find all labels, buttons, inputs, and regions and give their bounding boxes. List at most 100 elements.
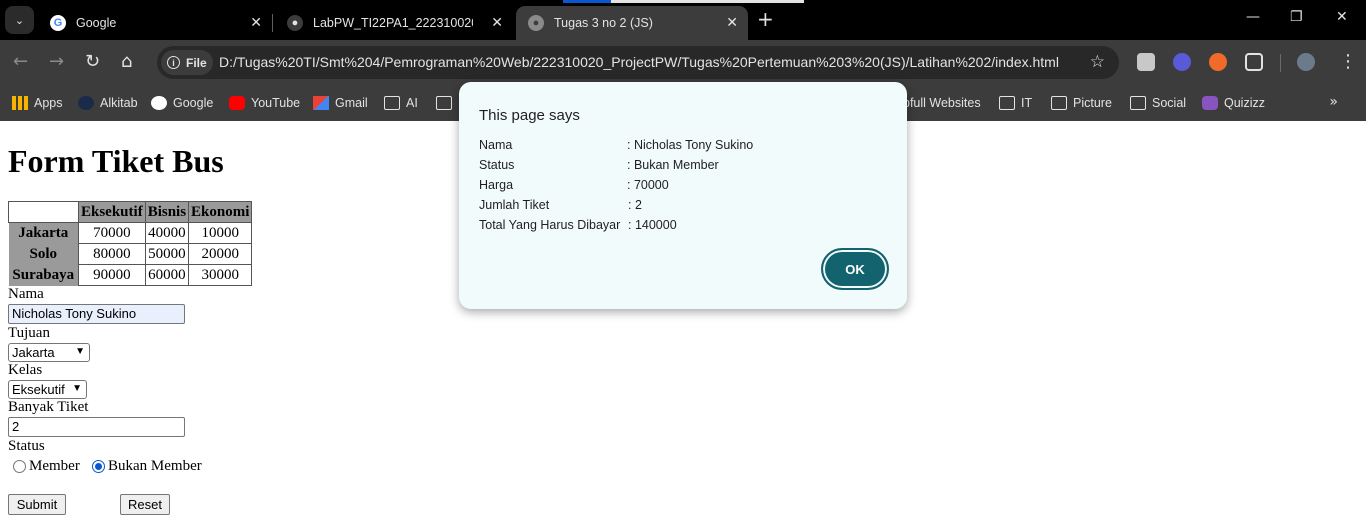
member-radio-label: Member	[29, 458, 80, 474]
new-tab-button[interactable]: +	[757, 9, 774, 29]
bookmark-label: Google	[173, 96, 214, 110]
bookmark-apps[interactable]: Apps	[12, 93, 63, 113]
row-header: Jakarta	[8, 222, 79, 244]
loading-indicator-track	[611, 0, 804, 3]
bookmark-folder-social[interactable]: Social	[1130, 93, 1186, 113]
table-row: Solo 80000 50000 20000	[8, 243, 253, 265]
gmail-icon	[313, 96, 329, 110]
status-label: Status	[8, 438, 45, 454]
minimize-icon[interactable]: —	[1246, 9, 1260, 25]
folder-icon	[999, 96, 1015, 110]
page-title: Form Tiket Bus	[8, 143, 224, 179]
bookmark-folder-ai[interactable]: AI	[384, 93, 418, 113]
forward-icon[interactable]: →	[49, 52, 64, 72]
dialog-key: Jumlah Tiket	[479, 198, 550, 212]
tab-title: Tugas 3 no 2 (JS)	[554, 16, 653, 30]
member-radio[interactable]	[13, 460, 26, 473]
bookmark-quizizz[interactable]: Quizizz	[1202, 93, 1265, 113]
dialog-row: Jumlah Tiket : 2	[479, 198, 642, 212]
url-text[interactable]: D:/Tugas%20TI/Smt%204/Pemrograman%20Web/…	[219, 54, 1059, 70]
bookmark-label: Picture	[1073, 96, 1112, 110]
price-table: Eksekutif Bisnis Ekonomi Jakarta 70000 4…	[8, 201, 253, 286]
table-cell: 80000	[78, 243, 146, 265]
dialog-row: Harga : 70000	[479, 178, 669, 192]
address-bar[interactable]: i File D:/Tugas%20TI/Smt%204/Pemrograman…	[157, 46, 1119, 79]
dialog-row: Nama : Nicholas Tony Sukino	[479, 138, 753, 152]
bookmark-label: pfull Websites	[903, 96, 981, 110]
dialog-value: : Nicholas Tony Sukino	[627, 138, 754, 152]
github-icon: ●	[287, 15, 303, 31]
column-header: Eksekutif	[78, 201, 146, 223]
bookmark-google[interactable]: Google	[151, 93, 213, 113]
avatar[interactable]	[1297, 53, 1315, 71]
globe-icon: ●	[528, 15, 544, 31]
info-icon: i	[167, 56, 180, 69]
youtube-icon	[229, 96, 245, 110]
restore-icon[interactable]: ❐	[1290, 9, 1303, 25]
table-cell: 10000	[188, 222, 253, 244]
bukan-member-radio[interactable]	[92, 460, 105, 473]
tujuan-selected: Jakarta	[12, 345, 55, 360]
reset-button[interactable]: Reset	[120, 494, 170, 515]
close-icon[interactable]: ✕	[250, 14, 262, 31]
bookmark-alkitab[interactable]: Alkitab	[78, 93, 138, 113]
bookmark-folder[interactable]	[436, 93, 458, 113]
bookmark-label: AI	[406, 96, 418, 110]
tiket-input[interactable]: 2	[8, 417, 185, 437]
back-icon[interactable]: ←	[13, 52, 28, 72]
kelas-select[interactable]: Eksekutif ▼	[8, 380, 87, 399]
kebab-menu-icon[interactable]: ⋮	[1339, 52, 1357, 72]
bookmark-label: Quizizz	[1224, 96, 1265, 110]
nama-label: Nama	[8, 286, 44, 302]
tab-title: Google	[76, 16, 117, 30]
dialog-value: : 140000	[628, 218, 677, 232]
folder-icon	[436, 96, 452, 110]
reload-icon[interactable]: ↻	[85, 52, 100, 72]
bookmark-label: YouTube	[251, 96, 301, 110]
table-cell: 20000	[188, 243, 253, 265]
tujuan-select[interactable]: Jakarta ▼	[8, 343, 90, 362]
close-icon[interactable]: ✕	[491, 14, 503, 31]
puzzle-icon[interactable]	[1245, 53, 1263, 71]
google-icon: G	[50, 15, 66, 31]
table-cell: 40000	[144, 222, 190, 244]
dialog-key: Nama	[479, 138, 513, 152]
tab-strip: ⌄ G Google ✕ ● LabPW_TI22PA1_222310020/ …	[0, 0, 1366, 40]
bookmark-folder-it[interactable]: IT	[999, 93, 1032, 113]
dialog-title: This page says	[479, 107, 580, 124]
bookmark-label: Gmail	[335, 96, 368, 110]
bukan-member-radio-label: Bukan Member	[108, 458, 202, 474]
dialog-row: Total Yang Harus Dibayar : 140000	[479, 218, 677, 232]
extension-icon[interactable]	[1137, 53, 1155, 71]
close-icon[interactable]: ✕	[726, 14, 738, 31]
extension-icon[interactable]	[1209, 53, 1227, 71]
table-row: Surabaya 90000 60000 30000	[8, 264, 253, 286]
tab-title: LabPW_TI22PA1_222310020/ at	[313, 16, 473, 30]
chevron-right-icon[interactable]: »	[1329, 94, 1338, 110]
bookmark-star-icon[interactable]: ☆	[1090, 52, 1105, 72]
home-icon[interactable]: ⌂	[121, 52, 132, 72]
chevron-down-icon: ▼	[75, 346, 85, 357]
dialog-row: Status : Bukan Member	[479, 158, 719, 172]
table-cell: 30000	[188, 264, 253, 286]
extension-icon[interactable]	[1173, 53, 1191, 71]
tab-github[interactable]: ● LabPW_TI22PA1_222310020/ at ✕	[275, 6, 513, 40]
bookmark-youtube[interactable]: YouTube	[229, 93, 300, 113]
table-cell: 60000	[144, 264, 190, 286]
nama-input[interactable]: Nicholas Tony Sukino	[8, 304, 185, 324]
folder-icon	[1130, 96, 1146, 110]
bookmark-folder-picture[interactable]: Picture	[1051, 93, 1112, 113]
folder-icon	[384, 96, 400, 110]
tab-active[interactable]: ● Tugas 3 no 2 (JS) ✕	[516, 6, 748, 40]
tab-google[interactable]: G Google ✕	[38, 6, 272, 40]
scheme-label: File	[186, 55, 207, 70]
bookmark-label: IT	[1021, 96, 1033, 110]
window-close-icon[interactable]: ✕	[1336, 9, 1348, 25]
ok-button[interactable]: OK	[821, 248, 889, 290]
bookmark-folder-websites[interactable]: pfull Websites	[903, 93, 981, 113]
alert-dialog: This page says Nama : Nicholas Tony Suki…	[459, 82, 907, 309]
tab-search-button[interactable]: ⌄	[5, 6, 34, 34]
submit-button[interactable]: Submit	[8, 494, 66, 515]
bookmark-gmail[interactable]: Gmail	[313, 93, 368, 113]
site-info-chip[interactable]: i File	[161, 50, 213, 75]
